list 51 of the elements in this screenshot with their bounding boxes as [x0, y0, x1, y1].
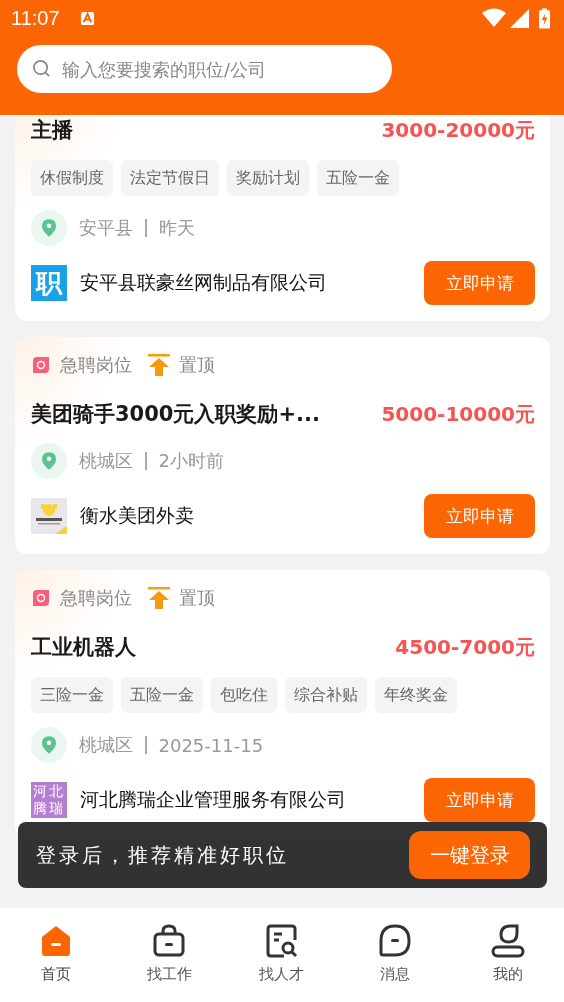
company-logo: 职: [31, 265, 67, 301]
status-time: 11:07: [11, 6, 60, 30]
search-icon: [32, 59, 51, 78]
person-icon: [489, 923, 526, 959]
location-pin-icon: [31, 727, 67, 763]
job-location: 安平县: [79, 216, 133, 240]
benefit-tag: 三险一金: [31, 677, 113, 713]
battery-icon: [539, 7, 550, 29]
document-search-icon: [264, 923, 300, 959]
pinned-label: 置顶: [179, 353, 215, 377]
post-time: 2小时前: [158, 449, 224, 473]
nav-tab[interactable]: 我的: [451, 908, 564, 1002]
nav-tab[interactable]: 首页: [0, 908, 113, 1002]
company-logo: 河北腾瑞: [31, 782, 67, 818]
company-name: 河北腾瑞企业管理服务有限公司: [80, 787, 347, 812]
job-location: 桃城区: [79, 733, 133, 757]
benefit-tag: 包吃住: [211, 677, 277, 713]
notification-icon: [79, 10, 95, 26]
post-time: 2025-11-15: [158, 734, 264, 756]
company-name: 安平县联豪丝网制品有限公司: [80, 270, 328, 295]
benefit-tag: 法定节假日: [121, 160, 219, 196]
salary-range: 4500-7000元: [395, 633, 535, 661]
post-time: 昨天: [158, 216, 195, 240]
briefcase-icon: [151, 923, 188, 959]
company-name: 衡水美团外卖: [80, 503, 195, 528]
benefit-tag: 综合补贴: [285, 677, 367, 713]
job-location: 桃城区: [79, 449, 133, 473]
login-prompt-text: 登录后，推荐精准好职位: [36, 841, 289, 869]
nav-tab[interactable]: 消息: [338, 908, 452, 1002]
salary-range: 5000-10000元: [381, 400, 535, 428]
benefit-tag: 休假制度: [31, 160, 113, 196]
urgent-label: 急聘岗位: [60, 353, 132, 377]
wifi-icon: [482, 8, 506, 28]
job-card[interactable]: 主播 3000-20000元 休假制度 法定节假日 奖励计划 五险一金 安平县 昨天 职 安平县联豪丝网制品有限公司 立即申请: [15, 115, 550, 321]
job-title: 主播: [31, 117, 73, 144]
search-field[interactable]: 输入您要搜索的职位/公司: [17, 45, 392, 93]
urgent-label: 急聘岗位: [60, 586, 132, 610]
job-title: 工业机器人: [31, 634, 136, 661]
benefit-tag: 五险一金: [121, 677, 203, 713]
nav-tab[interactable]: 找工作: [112, 908, 226, 1002]
signal-icon: [510, 8, 529, 28]
benefit-tag: 奖励计划: [227, 160, 309, 196]
location-pin-icon: [31, 443, 67, 479]
benefit-tag: 年终奖金: [375, 677, 457, 713]
benefit-tag: 五险一金: [317, 160, 399, 196]
job-card[interactable]: 急聘岗位 置顶 美团骑手3000元入职奖励+... 5000-10000元 桃城区 2小时前 衡水美团外卖 立即申请: [15, 337, 550, 554]
pinned-label: 置顶: [179, 586, 215, 610]
salary-range: 3000-20000元: [381, 116, 535, 144]
location-pin-icon: [31, 210, 67, 246]
job-title: 美团骑手3000元入职奖励+...: [31, 401, 320, 428]
nav-tab[interactable]: 找人才: [225, 908, 339, 1002]
